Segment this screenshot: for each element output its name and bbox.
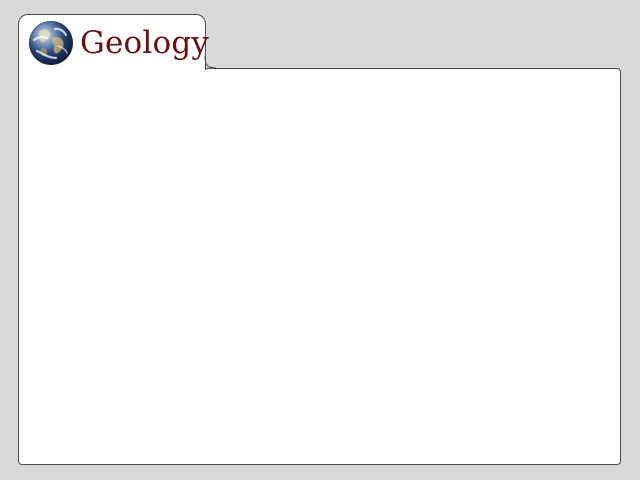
panel-tab-join [19,67,205,70]
app-window: Geology [0,0,640,480]
earth-globe-icon [29,20,73,65]
content-panel [18,68,621,465]
tab-curve-divider [204,56,216,69]
tab-title: Geology [80,25,210,61]
geology-tab[interactable]: Geology [18,14,210,70]
